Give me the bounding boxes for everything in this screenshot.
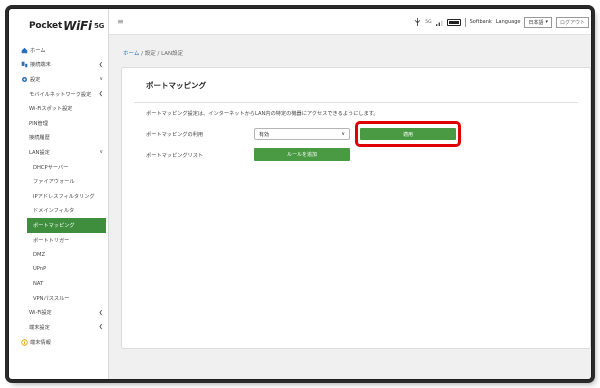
breadcrumb-current: LAN設定 bbox=[161, 51, 184, 57]
chevron-left-icon: ❮ bbox=[98, 309, 103, 316]
sidebar-item-dhcp[interactable]: DHCPサーバー bbox=[9, 160, 108, 175]
gear-icon bbox=[21, 76, 28, 83]
usage-label: ポートマッピングの利用 bbox=[146, 132, 204, 138]
sidebar-item-label: 端末情報 bbox=[30, 339, 51, 346]
sidebar-item-label: LAN設定 bbox=[29, 149, 50, 156]
logo-prefix: Pocket bbox=[29, 21, 63, 31]
sidebar-item-port-trigger[interactable]: ポートトリガー bbox=[9, 233, 108, 248]
usb-icon bbox=[415, 18, 421, 26]
chevron-left-icon: ❮ bbox=[98, 90, 103, 97]
chevron-down-icon: ∨ bbox=[99, 149, 103, 156]
chevron-left-icon: ❮ bbox=[98, 61, 103, 68]
breadcrumb: ホーム / 設定 / LAN設定 bbox=[123, 49, 183, 57]
list-label: ポートマッピングリスト bbox=[146, 153, 204, 159]
sidebar-item-vpn-passthrough[interactable]: VPNパススルー bbox=[9, 291, 108, 306]
logout-button[interactable]: ログアウト bbox=[555, 16, 589, 28]
sidebar-item-label: 設定 bbox=[30, 76, 41, 83]
logo-main: WiFi bbox=[63, 19, 92, 33]
sidebar-item-port-mapping[interactable]: ポートマッピング bbox=[27, 218, 106, 233]
sidebar-item-label: モバイルネットワーク設定 bbox=[29, 91, 92, 98]
chevron-left-icon: ❮ bbox=[98, 324, 103, 331]
sidebar-item-label: ホーム bbox=[30, 47, 46, 54]
sidebar-item-nat[interactable]: NAT bbox=[9, 277, 108, 292]
battery-icon bbox=[446, 18, 461, 26]
sidebar-item-wifi-spot[interactable]: Wi-Fiスポット設定 bbox=[9, 101, 108, 116]
sidebar-item-label: ファイアウォール bbox=[33, 179, 75, 186]
add-rule-label: ルールを追加 bbox=[286, 152, 317, 158]
usage-select-value: 有効 bbox=[259, 131, 270, 138]
status-area: 5G Softbank Language 日本語 ▾ ログアウト bbox=[414, 16, 589, 28]
breadcrumb-home[interactable]: ホーム bbox=[123, 51, 139, 57]
sidebar-item-upnp[interactable]: UPnP bbox=[9, 262, 108, 277]
sidebar-item-label: ポートマッピング bbox=[33, 222, 75, 229]
apply-label: 適用 bbox=[402, 131, 413, 138]
home-icon bbox=[21, 47, 28, 54]
apply-button[interactable]: 適用 bbox=[360, 128, 456, 140]
sidebar-item-label: 端末設定 bbox=[29, 325, 50, 332]
sidebar-item-ip-filter[interactable]: IPアドレスフィルタリング bbox=[9, 189, 108, 204]
device-admin-window: Pocket WiFi 5G ホーム 接続端末 ❮ 設定 ∨ モバイルネットワー… bbox=[8, 8, 592, 380]
description: ポートマッピング設定は、インターネットからLAN内の特定の機器にアクセスできるよ… bbox=[146, 111, 379, 117]
network-type: 5G bbox=[425, 19, 432, 25]
logo: Pocket WiFi 5G bbox=[9, 9, 108, 43]
sidebar-item-label: DMZ bbox=[33, 251, 46, 258]
sidebar-item-label: 接続履歴 bbox=[29, 135, 50, 142]
language-select[interactable]: 日本語 ▾ bbox=[524, 16, 552, 28]
top-bar: ≡ 5G Softbank Language 日本語 ▾ ログアウト bbox=[109, 9, 591, 35]
sidebar-item-domain-filter[interactable]: ドメインフィルタ bbox=[9, 204, 108, 219]
sidebar-item-device-settings[interactable]: 端末設定 ❮ bbox=[9, 320, 108, 335]
sidebar-item-lan[interactable]: LAN設定 ∨ bbox=[9, 145, 108, 160]
divider bbox=[464, 17, 466, 27]
page-title: ポートマッピング bbox=[146, 81, 206, 90]
hamburger-icon[interactable]: ≡ bbox=[117, 17, 124, 26]
sidebar: Pocket WiFi 5G ホーム 接続端末 ❮ 設定 ∨ モバイルネットワー… bbox=[9, 9, 109, 379]
sidebar-item-firewall[interactable]: ファイアウォール bbox=[9, 174, 108, 189]
sidebar-item-label: NAT bbox=[33, 280, 44, 287]
content-background bbox=[109, 349, 591, 379]
language-label: Language bbox=[495, 19, 521, 25]
sidebar-item-mobile-network[interactable]: モバイルネットワーク設定 ❮ bbox=[9, 87, 108, 102]
sidebar-item-pin[interactable]: PIN管理 bbox=[9, 116, 108, 131]
sidebar-item-label: UPnP bbox=[33, 266, 47, 273]
devices-icon bbox=[21, 62, 28, 68]
chevron-down-icon: ∨ bbox=[341, 131, 345, 137]
signal-icon bbox=[435, 20, 443, 26]
sidebar-item-label: Wi-Fiスポット設定 bbox=[29, 106, 73, 113]
sidebar-item-label: VPNパススルー bbox=[33, 295, 70, 302]
sidebar-item-history[interactable]: 接続履歴 bbox=[9, 131, 108, 146]
language-value: 日本語 bbox=[528, 19, 544, 26]
sidebar-item-wifi-settings[interactable]: Wi-Fi設定 ❮ bbox=[9, 306, 108, 321]
usage-select[interactable]: 有効 ∨ bbox=[254, 128, 350, 140]
port-mapping-card: ポートマッピング ポートマッピング設定は、インターネットからLAN内の特定の機器… bbox=[121, 67, 591, 349]
caret-down-icon: ▾ bbox=[545, 19, 548, 25]
sidebar-item-label: 接続端末 bbox=[30, 62, 51, 69]
sidebar-item-devices[interactable]: 接続端末 ❮ bbox=[9, 58, 108, 73]
sidebar-item-dmz[interactable]: DMZ bbox=[9, 247, 108, 262]
sidebar-item-label: ポートトリガー bbox=[33, 237, 70, 244]
sidebar-item-home[interactable]: ホーム bbox=[9, 43, 108, 58]
logout-label: ログアウト bbox=[559, 19, 585, 26]
sidebar-item-label: DHCPサーバー bbox=[33, 164, 69, 171]
add-rule-button[interactable]: ルールを追加 bbox=[254, 148, 350, 161]
logo-suffix: 5G bbox=[93, 22, 105, 30]
sidebar-item-label: PIN管理 bbox=[29, 120, 48, 127]
sidebar-item-label: Wi-Fi設定 bbox=[29, 310, 52, 317]
info-icon bbox=[21, 338, 28, 346]
sidebar-item-device-info[interactable]: 端末情報 bbox=[9, 335, 108, 350]
sidebar-item-settings[interactable]: 設定 ∨ bbox=[9, 72, 108, 87]
sidebar-nav: ホーム 接続端末 ❮ 設定 ∨ モバイルネットワーク設定 ❮ Wi-Fiスポット… bbox=[9, 43, 108, 349]
chevron-down-icon: ∨ bbox=[99, 76, 103, 83]
divider bbox=[134, 102, 578, 103]
sidebar-item-label: ドメインフィルタ bbox=[33, 208, 75, 215]
breadcrumb-settings: 設定 bbox=[144, 51, 156, 57]
sidebar-item-label: IPアドレスフィルタリング bbox=[33, 193, 95, 200]
carrier-name: Softbank bbox=[469, 19, 492, 25]
